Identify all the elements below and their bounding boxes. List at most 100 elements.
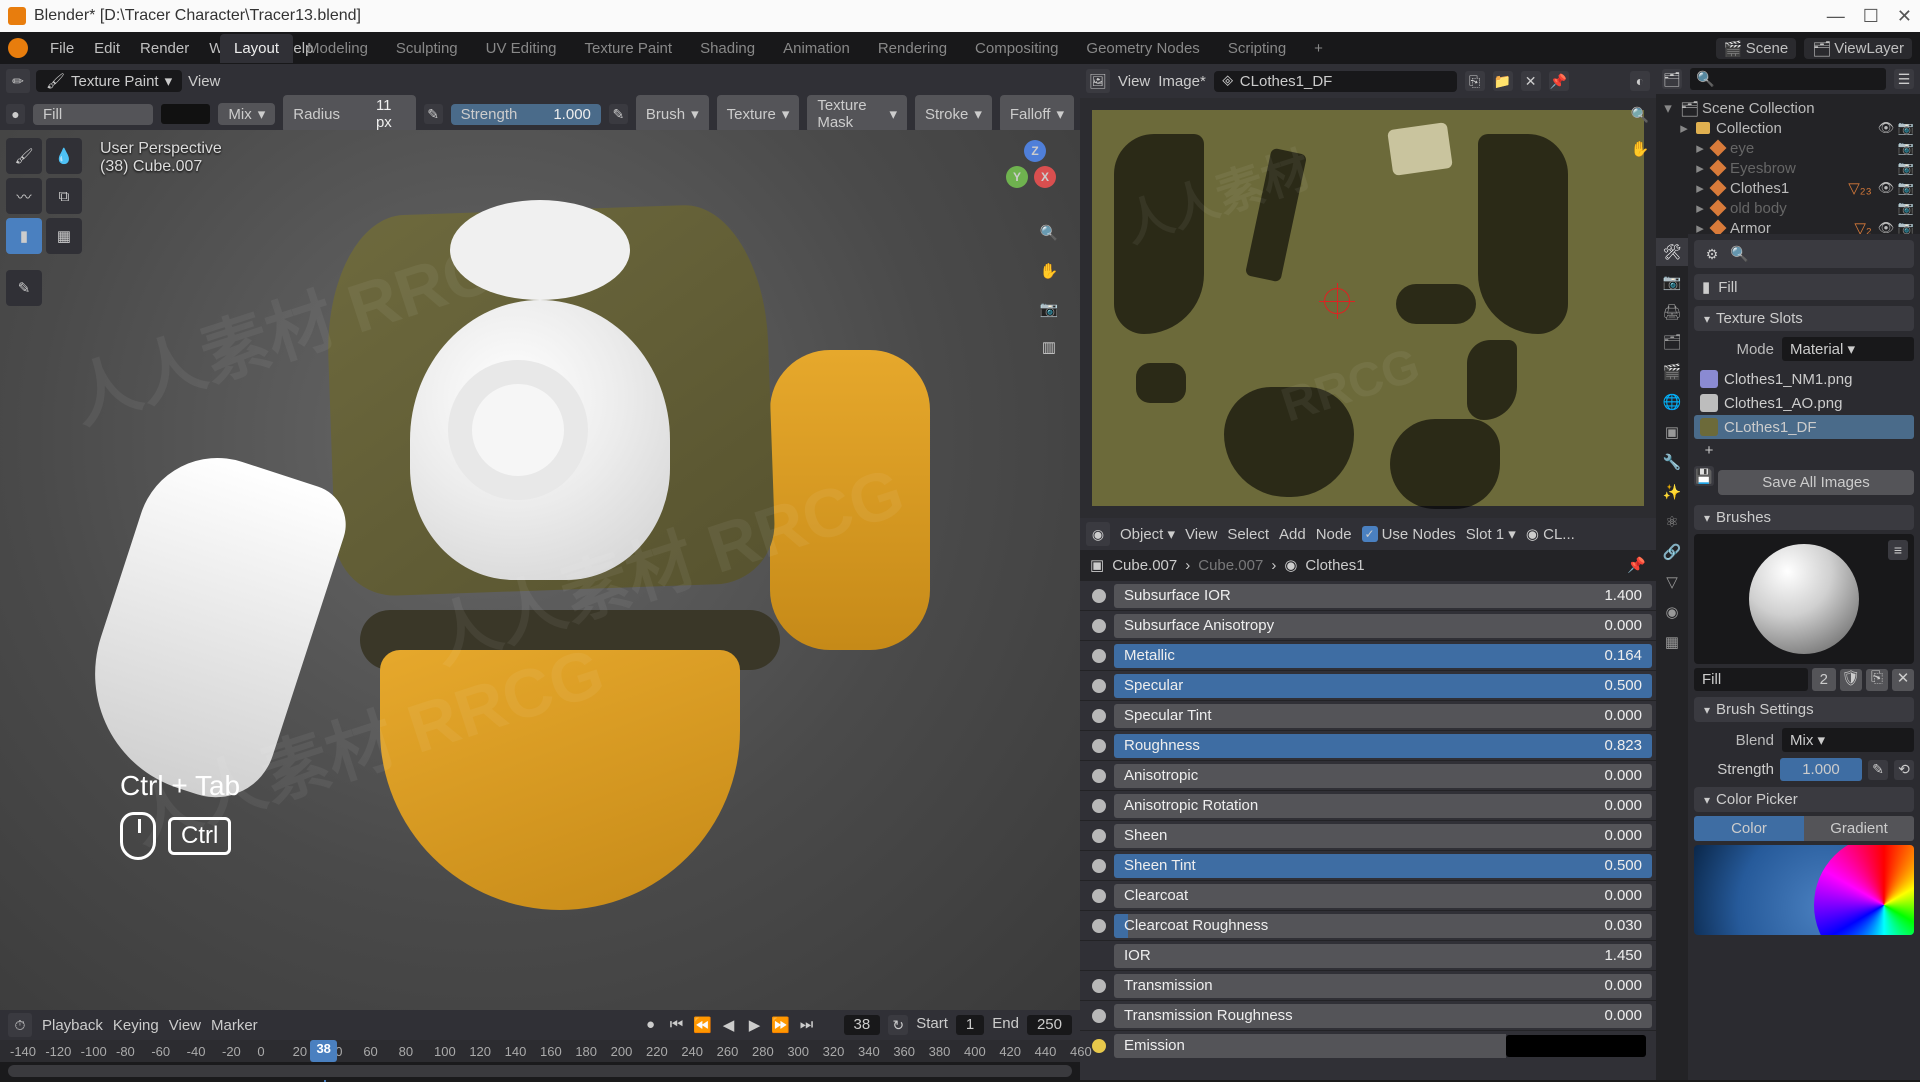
timeline-playhead[interactable]: 38 (310, 1040, 336, 1062)
workspace-tab-animation[interactable]: Animation (769, 34, 864, 63)
tab-scene[interactable]: 🎬 (1656, 358, 1688, 386)
scene-selector[interactable]: 🎬 Scene (1716, 38, 1797, 59)
play-reverse-icon[interactable]: ◀ (718, 1016, 740, 1034)
window-maximize-button[interactable]: ☐ (1863, 6, 1879, 27)
stroke-dropdown[interactable]: Stroke ▾ (915, 95, 992, 133)
uv-menu-view[interactable]: View (1118, 73, 1150, 90)
tab-particles[interactable]: ✨ (1656, 478, 1688, 506)
timeline-ruler[interactable]: -140-120-100-80-60-40-200204060801001201… (0, 1040, 1080, 1062)
brush-name-field[interactable]: Fill (1694, 668, 1808, 691)
timeline-menu-playback[interactable]: Playback (42, 1017, 103, 1034)
strength-invert-icon[interactable]: ⟲ (1894, 760, 1914, 780)
workspace-tab-sculpting[interactable]: Sculpting (382, 34, 472, 63)
outliner-item-clothes1[interactable]: ▸Clothes1▽₂₃👁 📷 (1662, 178, 1914, 198)
brush-unlink-icon[interactable]: ✕ (1892, 669, 1914, 691)
autokey-icon[interactable]: ● (640, 1016, 662, 1034)
texture-slots-header[interactable]: ▾Texture Slots (1694, 306, 1914, 331)
outliner-item-armor[interactable]: ▸Armor▽₂👁 📷 (1662, 218, 1914, 234)
viewport-menu-view[interactable]: View (188, 73, 220, 90)
bsdf-clearcoat-roughness[interactable]: Clearcoat Roughness0.030 (1080, 910, 1656, 940)
window-minimize-button[interactable]: — (1827, 6, 1845, 27)
bsdf-sheen[interactable]: Sheen0.000 (1080, 820, 1656, 850)
current-frame-field[interactable]: 38 (844, 1015, 881, 1035)
shader-editor-icon[interactable]: ◉ (1086, 522, 1110, 546)
bsdf-clearcoat[interactable]: Clearcoat0.000 (1080, 880, 1656, 910)
uv-pan-icon[interactable]: ✋ (1628, 140, 1652, 164)
node-menu-select[interactable]: Select (1227, 526, 1269, 543)
strength-field[interactable]: Strength 1.000 (451, 104, 601, 125)
tab-object[interactable]: ▣ (1656, 418, 1688, 446)
texture-slot-add[interactable]: + (1694, 439, 1914, 462)
3d-viewport[interactable]: 🖌 💧 〰 ⧉ ▮ ▦ ✎ User Perspective (38) Cube… (0, 130, 1080, 1010)
bsdf-metallic[interactable]: Metallic0.164 (1080, 640, 1656, 670)
strength-pressure-icon[interactable]: ✎ (609, 104, 628, 124)
bsdf-subsurface-anisotropy[interactable]: Subsurface Anisotropy0.000 (1080, 610, 1656, 640)
texture-mask-dropdown[interactable]: Texture Mask ▾ (807, 95, 907, 133)
menu-render[interactable]: Render (130, 40, 199, 57)
workspace-tab-modeling[interactable]: Modeling (293, 34, 382, 63)
timeline-editor-icon[interactable]: ⏱ (8, 1013, 32, 1037)
next-key-icon[interactable]: ⏩ (770, 1016, 792, 1034)
tab-viewlayer[interactable]: 🗂 (1656, 328, 1688, 356)
bsdf-sheen-tint[interactable]: Sheen Tint0.500 (1080, 850, 1656, 880)
image-new-icon[interactable]: ⎘ (1465, 71, 1485, 91)
node-menu-add[interactable]: Add (1279, 526, 1306, 543)
tool-annotate[interactable]: ✎ (6, 270, 42, 306)
frame-sync-icon[interactable]: ↻ (888, 1015, 908, 1035)
interaction-mode-dropdown[interactable]: 🖌 Texture Paint ▾ (36, 70, 182, 92)
tab-modifiers[interactable]: 🔧 (1656, 448, 1688, 476)
node-menu-node[interactable]: Node (1316, 526, 1352, 543)
prev-key-icon[interactable]: ⏪ (692, 1016, 714, 1034)
tab-output[interactable]: 🖨 (1656, 298, 1688, 326)
menu-edit[interactable]: Edit (84, 40, 130, 57)
brush-settings-header[interactable]: ▾Brush Settings (1694, 697, 1914, 722)
brushes-header[interactable]: ▾Brushes (1694, 505, 1914, 530)
image-pin-icon[interactable]: 📌 (1549, 71, 1569, 91)
workspace-add-button[interactable]: + (1300, 34, 1337, 63)
timeline-menu-keying[interactable]: Keying (113, 1017, 159, 1034)
window-close-button[interactable]: ✕ (1897, 6, 1912, 27)
image-editor-canvas[interactable]: 🔍 ✋ 人人素材 RRCG (1080, 98, 1656, 518)
workspace-tab-layout[interactable]: Layout (220, 34, 293, 63)
outliner-filter-icon[interactable]: ☰ (1894, 69, 1914, 89)
shader-type-dropdown[interactable]: Object ▾ (1120, 525, 1175, 543)
brush-list-toggle-icon[interactable]: ≡ (1888, 540, 1908, 560)
bsdf-emission[interactable]: Emission (1080, 1030, 1656, 1060)
brush-add-icon[interactable]: ⎘ (1866, 669, 1888, 691)
tab-world[interactable]: 🌐 (1656, 388, 1688, 416)
timeline-menu-view[interactable]: View (169, 1017, 201, 1034)
play-icon[interactable]: ▶ (744, 1016, 766, 1034)
brush-name-field[interactable]: Fill (33, 104, 153, 125)
tab-material[interactable]: ◉ (1656, 598, 1688, 626)
outliner-item-eyesbrow[interactable]: ▸Eyesbrow 📷 (1662, 158, 1914, 178)
panel-search[interactable]: ⚙ 🔍 (1694, 240, 1914, 268)
brush-fakeuser-icon[interactable]: 🛡 (1840, 669, 1862, 691)
timeline-menu-marker[interactable]: Marker (211, 1017, 258, 1034)
tab-constraints[interactable]: 🔗 (1656, 538, 1688, 566)
bsdf-anisotropic-rotation[interactable]: Anisotropic Rotation0.000 (1080, 790, 1656, 820)
menu-file[interactable]: File (40, 40, 84, 57)
end-frame-field[interactable]: 250 (1027, 1015, 1072, 1035)
workspace-tab-shading[interactable]: Shading (686, 34, 769, 63)
tool-draw[interactable]: 🖌 (6, 138, 42, 174)
jump-start-icon[interactable]: ⏮ (666, 1016, 688, 1034)
start-frame-field[interactable]: 1 (956, 1015, 984, 1035)
brush-blend-dropdown[interactable]: Mix ▾ (1782, 728, 1914, 752)
panel-options-icon[interactable]: ⚙ (1702, 244, 1722, 264)
color-picker-header[interactable]: ▾Color Picker (1694, 787, 1914, 812)
texture-slot-clothes1-ao-png[interactable]: Clothes1_AO.png (1694, 391, 1914, 415)
workspace-tab-uv-editing[interactable]: UV Editing (472, 34, 571, 63)
bsdf-roughness[interactable]: Roughness0.823 (1080, 730, 1656, 760)
image-open-icon[interactable]: 📁 (1493, 71, 1513, 91)
tab-texture[interactable]: ▦ (1656, 628, 1688, 656)
image-editor-icon[interactable]: 🖼 (1086, 69, 1110, 93)
tab-data[interactable]: ▽ (1656, 568, 1688, 596)
timeline-scrollbar[interactable] (0, 1062, 1080, 1080)
gradient-tab[interactable]: Gradient (1804, 816, 1914, 841)
brush-preview[interactable]: ≡ (1694, 534, 1914, 664)
tool-smear[interactable]: 〰 (6, 178, 42, 214)
bsdf-anisotropic[interactable]: Anisotropic0.000 (1080, 760, 1656, 790)
primary-color-swatch[interactable] (161, 104, 210, 124)
bsdf-ior[interactable]: IOR1.450 (1080, 940, 1656, 970)
color-tab[interactable]: Color (1694, 816, 1804, 841)
